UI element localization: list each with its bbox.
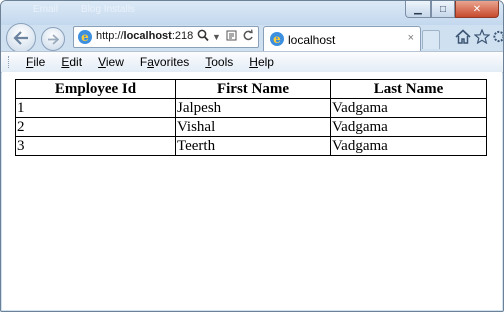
title-bar: Email Blog Installs ▁ □ ✕ [1,1,503,25]
browser-window: Email Blog Installs ▁ □ ✕ e http://local… [0,0,504,312]
page-content: Employee Id First Name Last Name 1 Jalpe… [2,72,502,310]
last-name-cell: Vadgama [330,136,487,156]
background-tab-ghost: Blog Installs [81,4,135,15]
table-header-row: Employee Id First Name Last Name [15,79,487,99]
close-button[interactable]: ✕ [455,1,499,18]
menu-view[interactable]: View [90,54,132,70]
address-url[interactable]: http://localhost:218 [96,30,196,42]
search-icon[interactable] [197,29,209,45]
close-icon: ✕ [472,3,482,15]
background-tab-ghost: Email [33,4,59,15]
compat-view-icon[interactable] [226,29,238,45]
favorites-icon[interactable] [473,28,491,49]
menu-edit[interactable]: Edit [53,54,90,70]
toolbar-grip [8,56,11,68]
minimize-button[interactable]: ▁ [405,1,431,18]
menu-bar: File Edit View Favorites Tools Help [1,51,503,73]
navigation-bar: e http://localhost:218 ▼ e localhost × [1,23,503,53]
ie-tab-icon: e [270,32,284,46]
address-bar[interactable]: e http://localhost:218 ▼ [73,26,259,48]
tab-localhost[interactable]: e localhost × [263,26,421,52]
menu-help[interactable]: Help [241,54,282,70]
back-arrow-icon [13,31,28,45]
maximize-button[interactable]: □ [431,1,455,18]
employee-table: Employee Id First Name Last Name 1 Jalpe… [15,79,487,156]
new-tab-button[interactable] [422,30,440,49]
last-name-cell: Vadgama [330,117,487,137]
column-header-employee-id: Employee Id [15,79,176,99]
employee-id-cell: 2 [15,117,176,137]
menu-tools[interactable]: Tools [197,54,241,70]
window-controls: ▁ □ ✕ [405,1,499,18]
employee-id-cell: 1 [15,98,176,118]
maximize-icon: □ [439,3,447,15]
last-name-cell: Vadgama [330,98,487,118]
forward-button[interactable] [41,27,65,51]
dropdown-icon[interactable]: ▼ [212,32,221,42]
tools-gear-icon[interactable] [491,29,503,49]
minimize-icon: ▁ [414,3,422,15]
menu-favorites[interactable]: Favorites [132,54,197,70]
column-header-last-name: Last Name [330,79,487,99]
back-button[interactable] [6,23,36,53]
menu-file[interactable]: File [18,54,53,70]
refresh-icon[interactable] [242,29,254,45]
table-row: 3 Teerth Vadgama [15,136,487,156]
tab-close-icon[interactable]: × [408,32,414,44]
table-row: 2 Vishal Vadgama [15,117,487,137]
first-name-cell: Teerth [175,136,331,156]
menu-list: File Edit View Favorites Tools Help [18,54,282,70]
first-name-cell: Jalpesh [175,98,331,118]
table-row: 1 Jalpesh Vadgama [15,98,487,118]
ie-page-icon: e [78,30,92,44]
forward-arrow-icon [48,33,59,45]
column-header-first-name: First Name [175,79,331,99]
employee-id-cell: 3 [15,136,176,156]
home-icon[interactable] [455,29,471,49]
first-name-cell: Vishal [175,117,331,137]
tab-title: localhost [288,33,336,47]
